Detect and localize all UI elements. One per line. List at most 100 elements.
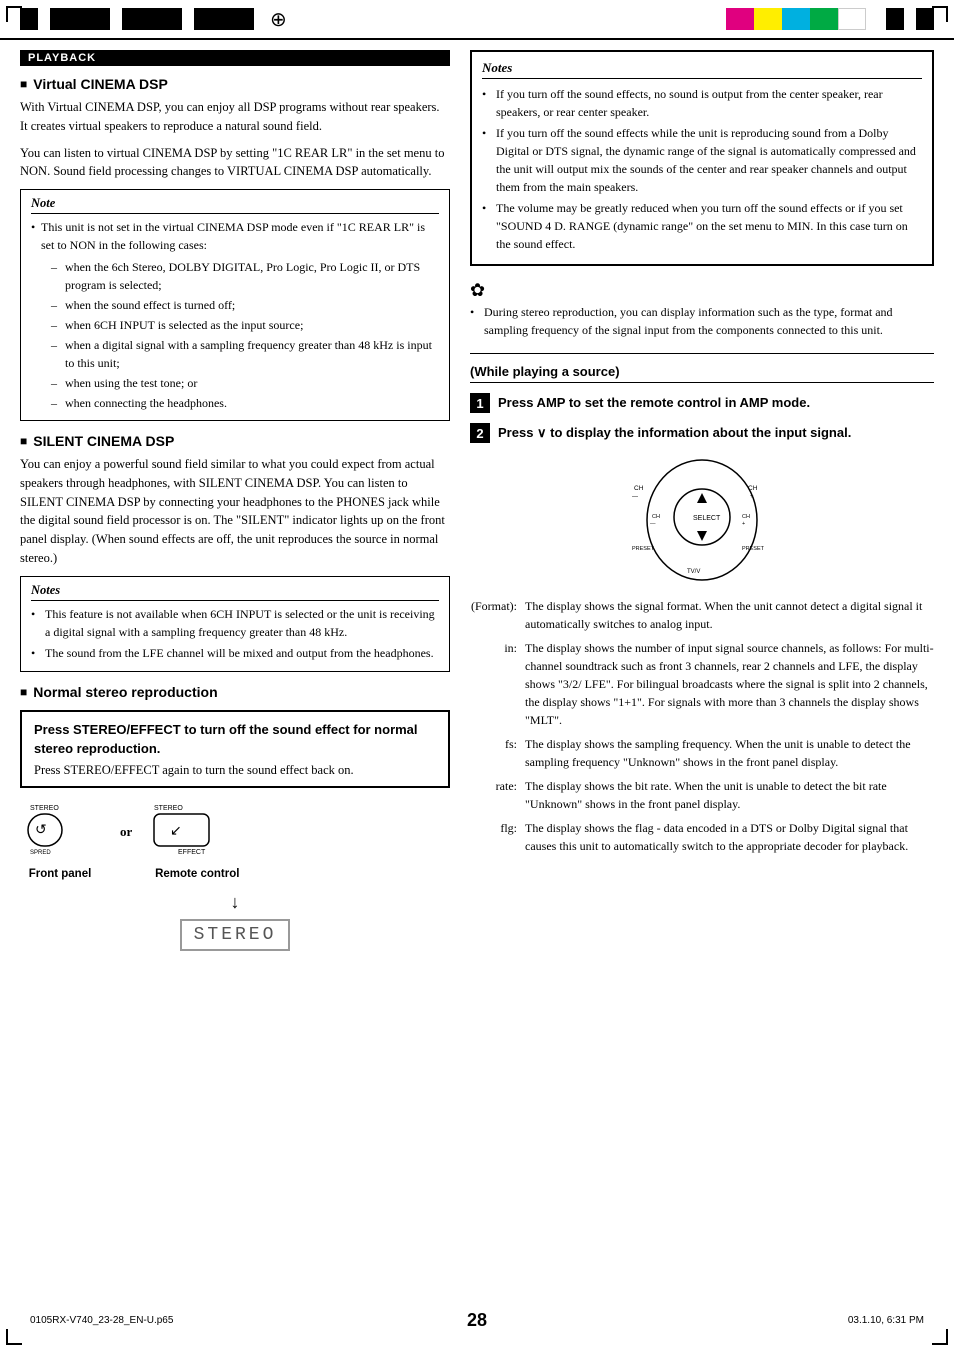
format-table: (Format): The display shows the signal f… [470,597,934,855]
front-panel-label: Front panel [20,868,100,880]
stereo-display: STEREO [180,919,291,951]
svg-text:SELECT: SELECT [693,515,721,522]
dash-item-4: when a digital signal with a sampling fr… [51,336,439,372]
right-note-3: The volume may be greatly reduced when y… [482,199,922,253]
step-1-row: 1 Press AMP to set the remote control in… [470,393,934,413]
color-block-cyan [782,8,810,30]
color-strip [726,8,866,30]
remote-panel-item: STEREO ↙ EFFECT Remote control [152,800,242,880]
remote-panel-svg: STEREO ↙ EFFECT [152,800,242,860]
silent-dsp-notes-title: Notes [31,583,439,601]
panel-row: STEREO ↺ SPRED Front panel or STEREO [20,800,450,880]
black-rect-2 [50,8,110,30]
notes-right-list: If you turn off the sound effects, no so… [482,85,922,253]
svg-text:CH: CH [652,514,660,520]
step-1-number: 1 [470,393,490,413]
notes-right-title: Notes [482,60,922,79]
silent-note-1: This feature is not available when 6CH I… [31,605,439,641]
remote-illustration: CH — CH + PRESET PRESET TV/V SELECT [470,455,934,585]
corner-mark-br [932,1329,948,1345]
svg-text:PRESET: PRESET [632,546,655,552]
front-panel-svg: STEREO ↺ SPRED [20,800,100,860]
color-block-magenta [726,8,754,30]
virtual-dsp-dash-list: when the 6ch Stereo, DOLBY DIGITAL, Pro … [51,258,439,412]
format-desc-flg: The display shows the flag - data encode… [525,819,934,855]
front-panel-item: STEREO ↺ SPRED Front panel [20,800,100,880]
step-2-text: Press ∨ to display the information about… [498,423,934,443]
svg-text:↺: ↺ [35,821,47,837]
tip-text: During stereo reproduction, you can disp… [470,303,934,339]
format-desc-fs: The display shows the sampling frequency… [525,735,934,771]
page-number: 28 [467,1310,487,1331]
top-bar: ⊕ [0,0,954,40]
dash-item-3: when 6CH INPUT is selected as the input … [51,316,439,334]
while-playing-header: (While playing a source) [470,364,934,383]
black-rect-4 [194,8,254,30]
format-label-rate: rate: [470,777,525,796]
corner-mark-tr [932,6,948,22]
svg-text:TV/V: TV/V [687,569,700,575]
silent-dsp-para: You can enjoy a powerful sound field sim… [20,455,450,568]
format-desc-rate: The display shows the bit rate. When the… [525,777,934,813]
format-row-flg: flg: The display shows the flag - data e… [470,819,934,855]
dash-item-6: when connecting the headphones. [51,394,439,412]
dash-item-5: when using the test tone; or [51,374,439,392]
instruction-bold-text: Press STEREO/EFFECT to turn off the soun… [34,720,436,759]
step-2-row: 2 Press ∨ to display the information abo… [470,423,934,443]
black-rect-r1 [886,8,904,30]
step-2-number: 2 [470,423,490,443]
format-label-in: in: [470,639,525,658]
compass-symbol: ⊕ [270,7,287,32]
spacer5 [908,8,912,30]
format-desc-in: The display shows the number of input si… [525,639,934,729]
page-footer: 0105RX-V740_23-28_EN-U.p65 28 03.1.10, 6… [0,1310,954,1331]
svg-text:+: + [750,494,754,500]
svg-text:CH: CH [748,485,758,492]
black-rect-3 [122,8,182,30]
right-note-2: If you turn off the sound effects while … [482,124,922,196]
dash-item-1: when the 6ch Stereo, DOLBY DIGITAL, Pro … [51,258,439,294]
normal-stereo-title: Normal stereo reproduction [20,684,450,700]
color-block-white [838,8,866,30]
footer-right-text: 03.1.10, 6:31 PM [848,1315,924,1326]
black-rect-1 [20,8,38,30]
virtual-dsp-note-item-1: This unit is not set in the virtual CINE… [31,218,439,254]
silent-note-2: The sound from the LFE channel will be m… [31,644,439,662]
or-label: or [120,824,132,840]
format-label-flg: flg: [470,819,525,838]
color-block-yellow [754,8,782,30]
instruction-box: Press STEREO/EFFECT to turn off the soun… [20,710,450,788]
color-block-green [810,8,838,30]
silent-dsp-title: SILENT CINEMA DSP [20,433,450,449]
format-row-rate: rate: The display shows the bit rate. Wh… [470,777,934,813]
format-row-in: in: The display shows the number of inpu… [470,639,934,729]
svg-text:SPRED: SPRED [30,850,51,856]
svg-text:STEREO: STEREO [30,805,59,812]
main-content: PLAYBACK Virtual CINEMA DSP With Virtual… [0,40,954,981]
instruction-sub-text: Press STEREO/EFFECT again to turn the so… [34,763,436,778]
format-row-fs: fs: The display shows the sampling frequ… [470,735,934,771]
silent-dsp-notes-list: This feature is not available when 6CH I… [31,605,439,662]
svg-text:EFFECT: EFFECT [178,849,206,856]
virtual-dsp-title: Virtual CINEMA DSP [20,76,450,92]
footer-left-text: 0105RX-V740_23-28_EN-U.p65 [30,1315,173,1326]
virtual-dsp-para2: You can listen to virtual CINEMA DSP by … [20,144,450,182]
right-note-1: If you turn off the sound effects, no so… [482,85,922,121]
divider-line [470,353,934,354]
svg-text:STEREO: STEREO [154,805,183,812]
svg-text:PRESET: PRESET [742,546,765,552]
format-label-fs: fs: [470,735,525,754]
virtual-dsp-note-box: Note This unit is not set in the virtual… [20,189,450,421]
stereo-display-wrapper: STEREO [20,919,450,951]
svg-text:—: — [632,494,638,500]
virtual-dsp-note-title: Note [31,196,439,214]
svg-text:—: — [650,521,656,527]
svg-text:+: + [742,521,745,527]
tip-list: During stereo reproduction, you can disp… [470,303,934,339]
virtual-dsp-para1: With Virtual CINEMA DSP, you can enjoy a… [20,98,450,136]
right-column: Notes If you turn off the sound effects,… [470,50,934,961]
top-bar-left-elements: ⊕ [20,7,287,32]
silent-dsp-notes-box: Notes This feature is not available when… [20,576,450,672]
dash-item-2: when the sound effect is turned off; [51,296,439,314]
step-1-text: Press AMP to set the remote control in A… [498,393,934,413]
